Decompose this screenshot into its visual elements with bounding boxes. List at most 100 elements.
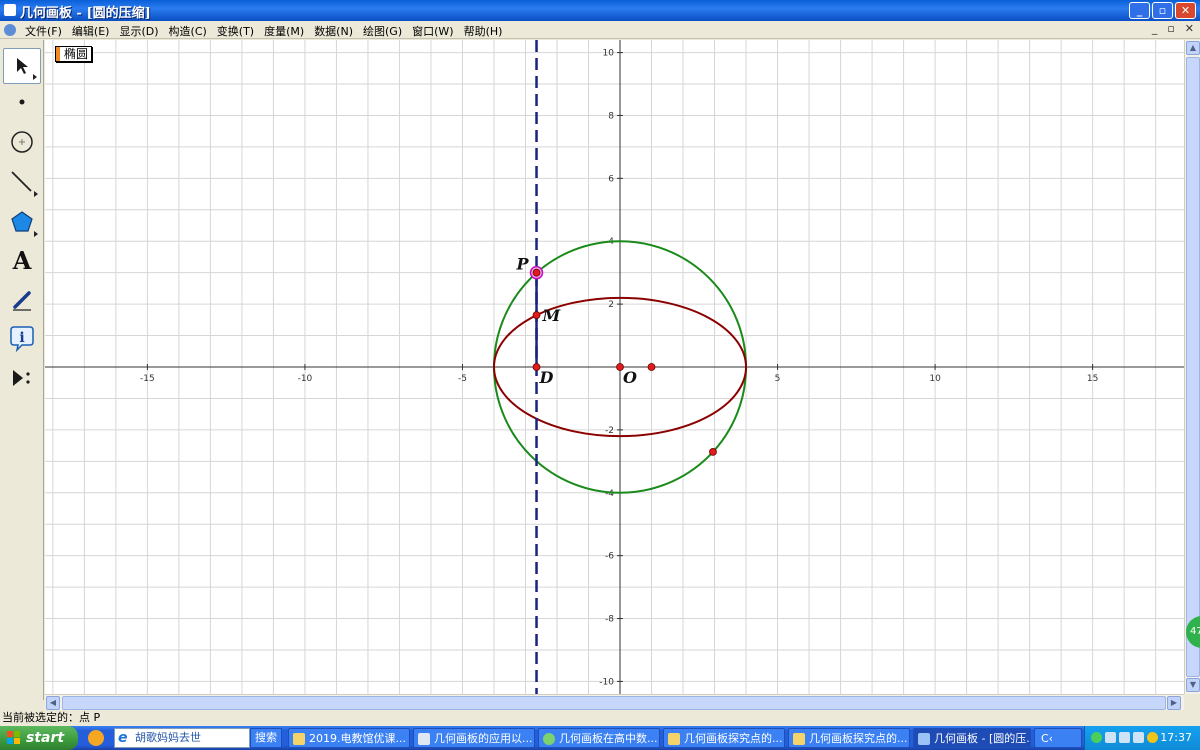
menu-graph[interactable]: 绘图(G) xyxy=(358,23,407,39)
menu-help[interactable]: 帮助(H) xyxy=(459,23,508,39)
menu-measure[interactable]: 度量(M) xyxy=(259,23,309,39)
point-m xyxy=(532,311,541,320)
taskbar-item-doc[interactable]: 几何画板的应用以... xyxy=(413,728,535,748)
title-bar: 几何画板 - [圆的压缩] _ ▫ ✕ xyxy=(0,0,1200,21)
point-label-p: P xyxy=(516,255,530,274)
search-input[interactable]: e 胡歌妈妈去世 xyxy=(114,728,250,748)
maximize-button[interactable]: ▫ xyxy=(1152,2,1173,19)
compass-icon xyxy=(11,131,33,153)
y-tick-label: 8 xyxy=(608,111,614,121)
horizontal-scrollbar[interactable]: ◀ ▶ xyxy=(45,694,1184,710)
point-label-m: M xyxy=(542,306,562,325)
security-icon[interactable] xyxy=(1147,732,1158,743)
scroll-right-arrow[interactable]: ▶ xyxy=(1167,696,1181,710)
y-tick-label: 6 xyxy=(608,174,614,184)
quicklaunch-icon[interactable] xyxy=(88,730,104,746)
menu-construct[interactable]: 构造(C) xyxy=(164,23,212,39)
doc-close-button[interactable]: ✕ xyxy=(1185,22,1194,35)
taskbar-item-folder-2[interactable]: 几何画板探究点的... xyxy=(663,728,785,748)
ellipse-action-button[interactable]: 椭圆 xyxy=(55,46,93,62)
x-tick-label: -15 xyxy=(140,374,155,384)
menu-transform[interactable]: 变换(T) xyxy=(212,23,259,39)
taskbar-item-folder-1[interactable]: 2019.电教馆优课... xyxy=(288,728,410,748)
point-label-o: O xyxy=(623,368,637,387)
arrow-icon xyxy=(17,58,28,74)
search-button[interactable]: 搜索 xyxy=(250,728,282,748)
start-button[interactable]: start xyxy=(0,726,78,750)
scroll-down-arrow[interactable]: ▼ xyxy=(1186,678,1200,692)
folder-icon xyxy=(793,733,805,745)
y-tick-label: -6 xyxy=(605,552,614,562)
y-tick-label: 10 xyxy=(603,49,615,59)
marker-tool[interactable] xyxy=(3,282,41,318)
start-label: start xyxy=(26,730,65,746)
scroll-up-arrow[interactable]: ▲ xyxy=(1186,41,1200,55)
text-tool[interactable]: A xyxy=(3,242,41,278)
menu-edit[interactable]: 编辑(E) xyxy=(67,23,115,39)
x-tick-label: 15 xyxy=(1087,374,1098,384)
folder-icon xyxy=(293,733,305,745)
toolbox: A i xyxy=(0,40,44,700)
document-icon xyxy=(418,733,430,745)
text-a-icon: A xyxy=(12,245,32,275)
tray-icon[interactable] xyxy=(1119,732,1130,743)
windows-flag-icon xyxy=(7,731,20,744)
ie-icon: e xyxy=(118,730,128,746)
svg-text:i: i xyxy=(19,330,24,346)
y-tick-label: -4 xyxy=(605,489,614,499)
straightedge-tool[interactable] xyxy=(3,164,41,200)
x-tick-label: -5 xyxy=(458,374,467,384)
polygon-tool[interactable] xyxy=(3,204,41,240)
point-label-d: D xyxy=(539,368,554,387)
info-icon: i xyxy=(10,326,34,352)
doc-restore-button[interactable]: ▫ xyxy=(1167,22,1174,35)
custom-tool[interactable] xyxy=(3,360,41,396)
y-tick-label: -2 xyxy=(605,426,614,436)
pen-icon xyxy=(13,291,31,311)
app-window: 几何画板 - [圆的压缩] _ ▫ ✕ 文件(F) 编辑(E) 显示(D) 构造… xyxy=(0,0,1200,750)
coordinate-plot: -15 -10 -5 5 10 15108642-2-4-6-8-10 PMD O xyxy=(45,40,1184,694)
menu-data[interactable]: 数据(N) xyxy=(309,23,358,39)
status-bar: 当前被选定的：点 P xyxy=(0,710,1200,726)
menu-window[interactable]: 窗口(W) xyxy=(407,23,458,39)
taskbar-item-folder-3[interactable]: 几何画板探究点的... xyxy=(788,728,910,748)
doc-minimize-button[interactable]: _ xyxy=(1152,22,1158,35)
x-tick-label: 5 xyxy=(775,374,781,384)
axes xyxy=(45,40,1184,694)
point-tool[interactable] xyxy=(3,84,41,120)
y-tick-label: -8 xyxy=(605,615,614,625)
document-icon[interactable] xyxy=(4,24,16,36)
folder-icon xyxy=(668,733,680,745)
taskbar: start e 胡歌妈妈去世 搜索 2019.电教馆优课... 几何画板的应用以… xyxy=(0,726,1200,750)
vertical-scroll-thumb[interactable] xyxy=(1186,57,1200,677)
taskbar-item-more[interactable]: C‹ xyxy=(1034,728,1082,748)
taskbar-item-browser[interactable]: 几何画板在高中数... xyxy=(538,728,660,748)
volume-icon[interactable] xyxy=(1133,732,1144,743)
x-tick-label: -10 xyxy=(298,374,313,384)
menu-bar: 文件(F) 编辑(E) 显示(D) 构造(C) 变换(T) 度量(M) 数据(N… xyxy=(0,21,1200,39)
system-tray: 17:37 xyxy=(1084,726,1200,750)
information-tool[interactable]: i xyxy=(3,320,41,356)
minimize-button[interactable]: _ xyxy=(1129,2,1150,19)
menu-display[interactable]: 显示(D) xyxy=(114,23,163,39)
play-more-icon xyxy=(13,370,30,386)
taskbar-item-sketchpad[interactable]: 几何画板 - [圆的压... xyxy=(913,728,1031,748)
close-button[interactable]: ✕ xyxy=(1175,2,1196,19)
horizontal-scroll-thumb[interactable] xyxy=(62,696,1166,710)
point xyxy=(709,447,717,456)
arrow-select-tool[interactable] xyxy=(3,48,41,84)
window-title: 几何画板 - [圆的压缩] xyxy=(20,6,151,21)
line-icon xyxy=(11,171,32,192)
vertical-scrollbar[interactable]: ▲ ▼ xyxy=(1184,40,1200,694)
compass-tool[interactable] xyxy=(3,124,41,160)
x-tick-label: 10 xyxy=(929,374,941,384)
tray-icon[interactable] xyxy=(1105,732,1116,743)
y-tick-label: 2 xyxy=(608,300,614,310)
scroll-left-arrow[interactable]: ◀ xyxy=(46,696,60,710)
sketch-canvas[interactable]: -15 -10 -5 5 10 15 10 8 6 4 2 -2 -4 -6 -8 -10 PMDO 椭圆 xyxy=(45,40,1184,694)
browser-icon xyxy=(543,733,555,745)
app-icon xyxy=(4,4,16,16)
sketchpad-icon xyxy=(918,733,930,745)
network-icon[interactable] xyxy=(1091,732,1102,743)
menu-file[interactable]: 文件(F) xyxy=(20,23,67,39)
